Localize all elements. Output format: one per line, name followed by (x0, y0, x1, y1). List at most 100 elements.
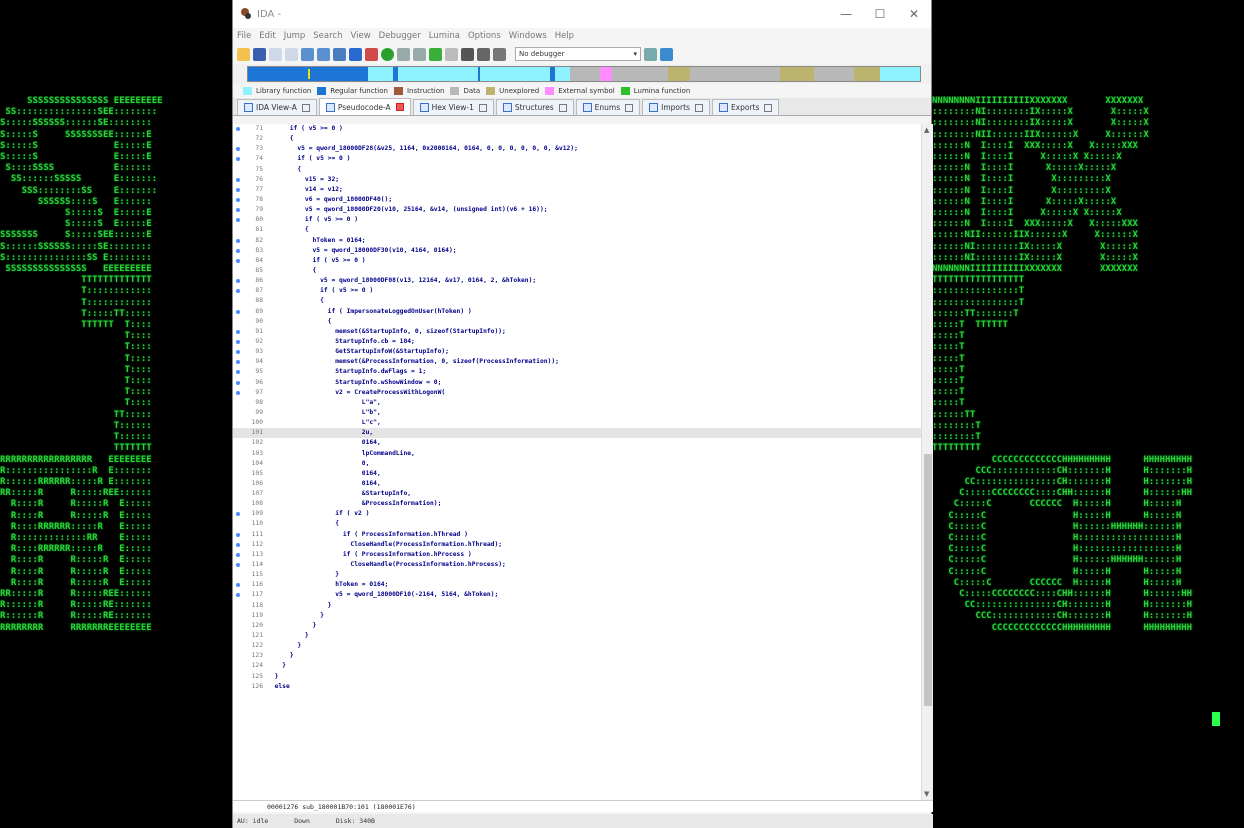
clear-icon[interactable] (445, 47, 458, 61)
code-line[interactable]: 116 hToken = 0164; (233, 580, 921, 590)
close-tab-icon[interactable] (558, 103, 567, 112)
navigation-strip[interactable] (247, 66, 921, 82)
menu-lumina[interactable]: Lumina (429, 31, 460, 41)
back-icon[interactable] (269, 47, 282, 61)
close-tab-icon[interactable] (694, 103, 703, 112)
breakpoint-dot-icon[interactable] (236, 329, 240, 334)
breakpoint-dot-icon[interactable] (236, 289, 240, 294)
code-line[interactable]: 88 { (233, 296, 921, 306)
code-line[interactable]: 97 v2 = CreateProcessWithLogonW( (233, 388, 921, 398)
tab-imports[interactable]: Imports (642, 99, 710, 115)
breakpoint-dot-icon[interactable] (236, 593, 240, 598)
breakpoint-dot-icon[interactable] (236, 177, 240, 182)
code-line[interactable]: 89 if ( ImpersonateLoggedOnUser(hToken) … (233, 307, 921, 317)
code-line[interactable]: 82 hToken = 0164; (233, 236, 921, 246)
code-line[interactable]: 102 0164, (233, 438, 921, 448)
code-line[interactable]: 72 { (233, 134, 921, 144)
pause-icon[interactable] (477, 47, 490, 61)
code-line[interactable]: 110 { (233, 519, 921, 529)
binary-icon[interactable] (333, 47, 346, 61)
add-icon[interactable] (429, 47, 442, 61)
open-icon[interactable] (237, 47, 250, 61)
start-icon[interactable] (461, 47, 474, 61)
code-line[interactable]: 117 v5 = qword_18000DF10(-2164, 5164, &h… (233, 590, 921, 600)
code-line[interactable]: 93 GetStartupInfoW(&StartupInfo); (233, 347, 921, 357)
debugger-select[interactable]: No debugger ▾ (515, 47, 641, 61)
breakpoint-dot-icon[interactable] (236, 248, 240, 253)
download-icon[interactable] (349, 47, 362, 61)
python-icon[interactable] (660, 47, 673, 61)
code-line[interactable]: 122 } (233, 641, 921, 651)
code-line[interactable]: 95 StartupInfo.dwFlags = 1; (233, 367, 921, 377)
code-line[interactable]: 121 } (233, 631, 921, 641)
stop-icon[interactable] (493, 47, 506, 61)
code-line[interactable]: 94 memset(&ProcessInformation, 0, sizeof… (233, 357, 921, 367)
code-line[interactable]: 91 memset(&StartupInfo, 0, sizeof(Startu… (233, 327, 921, 337)
breakpoint-dot-icon[interactable] (236, 380, 240, 385)
save-icon[interactable] (253, 47, 266, 61)
code-line[interactable]: 79 v5 = qword_18000DF20(v10, 25164, &v14… (233, 205, 921, 215)
close-tab-icon[interactable] (478, 103, 487, 112)
scrollbar-thumb[interactable] (924, 454, 932, 706)
code-line[interactable]: 83 v5 = qword_18000DF30(v10, 4164, 0164)… (233, 246, 921, 256)
code-line[interactable]: 85 { (233, 266, 921, 276)
breakpoint-dot-icon[interactable] (236, 238, 240, 243)
code-line[interactable]: 96 StartupInfo.wShowWindow = 0; (233, 378, 921, 388)
code-line[interactable]: 126 else (233, 682, 921, 692)
lumina-icon[interactable] (381, 47, 394, 61)
tab-exports[interactable]: Exports (711, 99, 780, 115)
close-tab-icon[interactable] (625, 103, 634, 112)
menu-jump[interactable]: Jump (284, 31, 306, 41)
code-line[interactable]: 107 &StartupInfo, (233, 489, 921, 499)
code-line[interactable]: 105 0164, (233, 469, 921, 479)
scroll-up-icon[interactable]: ▲ (924, 126, 929, 134)
menu-file[interactable]: File (237, 31, 251, 41)
menu-view[interactable]: View (350, 31, 370, 41)
breakpoint-dot-icon[interactable] (236, 370, 240, 375)
breakpoint-dot-icon[interactable] (236, 309, 240, 314)
tab-enums[interactable]: Enums (575, 99, 641, 115)
code-line[interactable]: 108 &ProcessInformation); (233, 499, 921, 509)
code-line[interactable]: 78 v6 = qword_18000DF40(); (233, 195, 921, 205)
code-line[interactable]: 77 v14 = v12; (233, 185, 921, 195)
tab-ida-view-a[interactable]: IDA View-A (237, 99, 317, 115)
code-line[interactable]: 73 v5 = qword_18000DF28(&v25, 1164, 0x20… (233, 144, 921, 154)
graph-icon[interactable] (365, 47, 378, 61)
code-line[interactable]: 113 if ( ProcessInformation.hProcess ) (233, 550, 921, 560)
breakpoint-dot-icon[interactable] (236, 390, 240, 395)
code-line[interactable]: 109 if ( v2 ) (233, 509, 921, 519)
code-line[interactable]: 114 CloseHandle(ProcessInformation.hProc… (233, 560, 921, 570)
code-line[interactable]: 101 2u, (233, 428, 921, 439)
menu-debugger[interactable]: Debugger (379, 31, 421, 41)
code-line[interactable]: 74 if ( v5 >= 0 ) (233, 154, 921, 164)
code-line[interactable]: 99 L"b", (233, 408, 921, 418)
breakpoint-dot-icon[interactable] (236, 360, 240, 365)
close-button[interactable]: ✕ (897, 7, 931, 21)
breakpoint-dot-icon[interactable] (236, 563, 240, 568)
menu-search[interactable]: Search (313, 31, 342, 41)
menu-help[interactable]: Help (555, 31, 574, 41)
code-line[interactable]: 75 { (233, 165, 921, 175)
breakpoint-dot-icon[interactable] (236, 187, 240, 192)
pseudocode-view[interactable]: 71 if ( v5 >= 0 ) 72 {73 v5 = qword_18000… (233, 124, 921, 800)
code-line[interactable]: 71 if ( v5 >= 0 ) (233, 124, 921, 134)
code-line[interactable]: 120 } (233, 621, 921, 631)
breakpoint-dot-icon[interactable] (236, 218, 240, 223)
breakpoint-icon[interactable] (397, 47, 410, 61)
breakpoint-dot-icon[interactable] (236, 542, 240, 547)
code-line[interactable]: 125 } (233, 672, 921, 682)
menu-windows[interactable]: Windows (509, 31, 547, 41)
code-line[interactable]: 87 if ( v5 >= 0 ) (233, 286, 921, 296)
code-line[interactable]: 84 if ( v5 >= 0 ) (233, 256, 921, 266)
code-line[interactable]: 103 lpCommandLine, (233, 449, 921, 459)
code-line[interactable]: 98 L"a", (233, 398, 921, 408)
close-tab-icon[interactable] (301, 103, 310, 112)
code-line[interactable]: 124 } (233, 661, 921, 671)
code-line[interactable]: 86 v5 = qword_18000DF08(v13, 12164, &v17… (233, 276, 921, 286)
navigation-band[interactable] (233, 64, 931, 84)
breakpoint-dot-icon[interactable] (236, 197, 240, 202)
code-line[interactable]: 123 } (233, 651, 921, 661)
breakpoint-dot-icon[interactable] (236, 339, 240, 344)
code-line[interactable]: 92 StartupInfo.cb = 104; (233, 337, 921, 347)
code-line[interactable]: 90 { (233, 317, 921, 327)
